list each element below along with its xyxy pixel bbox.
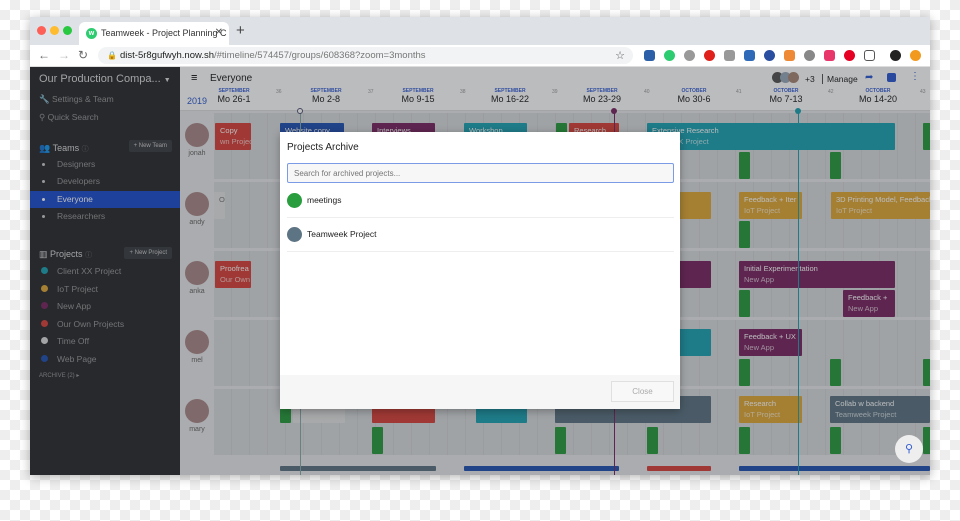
extension-screenshot-icon[interactable] <box>864 50 875 61</box>
zoom-search-button[interactable]: ⚲ <box>895 435 923 463</box>
tab-title: Teamweek - Project Planning C <box>101 28 227 38</box>
reload-icon[interactable]: ↻ <box>78 48 88 62</box>
extension-check-icon[interactable] <box>684 50 695 61</box>
bookmark-star-icon[interactable]: ☆ <box>615 49 625 62</box>
extension-eye-icon[interactable] <box>784 50 795 61</box>
extension-puzzle-icon[interactable] <box>804 50 815 61</box>
minimize-window-button[interactable] <box>50 26 59 35</box>
archived-project-teamweek[interactable]: Teamweek Project <box>287 218 674 252</box>
extension-pinterest-icon[interactable] <box>844 50 855 61</box>
extension-rocket-icon[interactable] <box>764 50 775 61</box>
close-button[interactable]: Close <box>611 381 674 402</box>
extension-camera-icon[interactable] <box>724 50 735 61</box>
archived-project-meetings[interactable]: meetings <box>287 184 674 218</box>
url-host: dist-5r8gufwyh.now.sh <box>120 50 214 61</box>
url-path: /#timeline/574457/groups/608368?zoom=3mo… <box>214 50 426 61</box>
maximize-window-button[interactable] <box>63 26 72 35</box>
modal-footer: Close <box>280 375 680 409</box>
close-window-button[interactable] <box>37 26 46 35</box>
forward-icon[interactable]: → <box>58 48 70 62</box>
url-input[interactable]: 🔒 dist-5r8gufwyh.now.sh/#timeline/574457/… <box>98 47 633 64</box>
tab-bar: w Teamweek - Project Planning C ✕ + <box>30 17 930 45</box>
close-tab-icon[interactable]: ✕ <box>215 27 223 38</box>
extension-adblock-icon[interactable] <box>704 50 715 61</box>
project-color-dot <box>287 227 302 242</box>
profile-avatar[interactable] <box>890 50 901 61</box>
browser-tab[interactable]: w Teamweek - Project Planning C ✕ <box>79 22 229 45</box>
update-alert-icon[interactable] <box>910 50 921 61</box>
extension-id-icon[interactable] <box>644 50 655 61</box>
project-color-dot <box>287 193 302 208</box>
archive-search-input[interactable] <box>287 163 674 183</box>
extension-badge-icon[interactable] <box>824 50 835 61</box>
back-icon[interactable]: ← <box>38 48 50 62</box>
projects-archive-modal: Projects Archive meetings Teamweek Proje… <box>280 132 680 409</box>
lock-icon: 🔒 <box>107 51 117 60</box>
modal-title: Projects Archive <box>287 142 359 153</box>
address-bar: ← → ↻ 🔒 dist-5r8gufwyh.now.sh/#timeline/5… <box>30 45 930 67</box>
extension-s-icon[interactable] <box>744 50 755 61</box>
new-tab-button[interactable]: + <box>236 22 245 39</box>
extension-w-icon[interactable] <box>664 50 675 61</box>
teamweek-favicon-icon: w <box>86 28 97 39</box>
browser-window: w Teamweek - Project Planning C ✕ + ← → ↻ … <box>30 17 930 475</box>
